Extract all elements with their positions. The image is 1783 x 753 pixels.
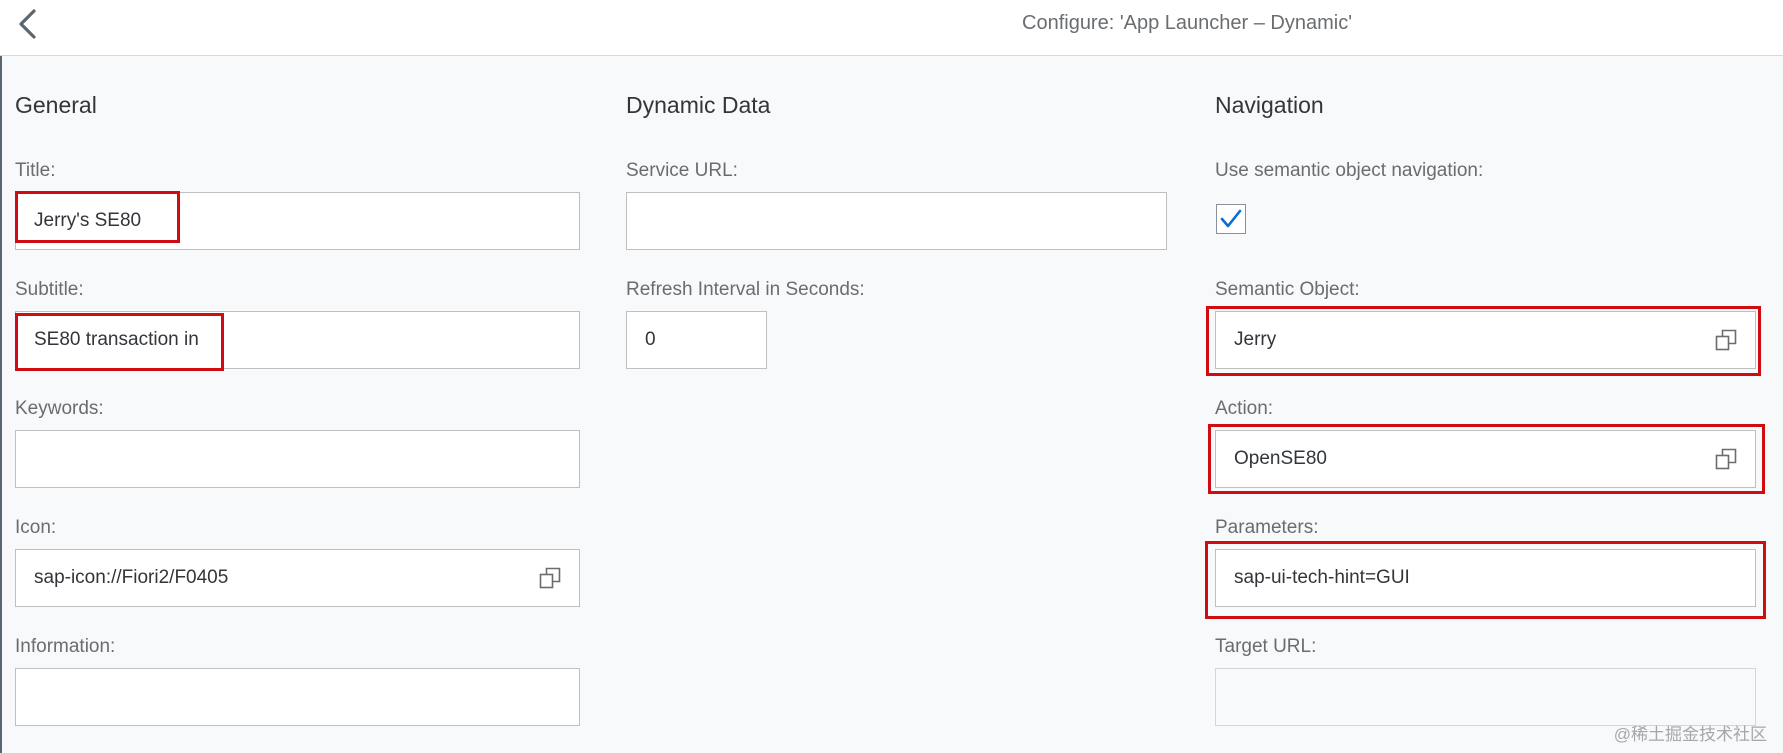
refresh-interval-value: 0 (645, 329, 656, 350)
general-heading: General (15, 92, 97, 118)
icon-value: sap-icon://Fiori2/F0405 (34, 567, 229, 588)
icon-input[interactable]: sap-icon://Fiori2/F0405 (15, 549, 580, 607)
title-label: Title: (15, 160, 56, 181)
target-url-label: Target URL: (1215, 636, 1317, 657)
watermark: @稀土掘金技术社区 (1613, 725, 1767, 744)
window-edge (0, 0, 2, 753)
parameters-label: Parameters: (1215, 517, 1319, 538)
value-help-icon[interactable] (539, 567, 561, 589)
title-input[interactable]: Jerry's SE80 (15, 192, 580, 250)
semantic-object-input[interactable]: Jerry (1215, 311, 1756, 369)
action-value: OpenSE80 (1234, 448, 1327, 469)
action-label: Action: (1215, 398, 1274, 419)
navigation-heading: Navigation (1215, 92, 1324, 118)
title-value: Jerry's SE80 (34, 210, 142, 231)
subtitle-label: Subtitle: (15, 279, 84, 300)
page-header: Configure: 'App Launcher – Dynamic' (0, 0, 1783, 56)
value-help-icon[interactable] (1715, 448, 1737, 470)
keywords-input[interactable] (15, 430, 580, 488)
information-label: Information: (15, 636, 116, 657)
action-input[interactable]: OpenSE80 (1215, 430, 1756, 488)
back-button[interactable] (10, 6, 44, 42)
page-title: Configure: 'App Launcher – Dynamic' (1022, 12, 1353, 34)
value-help-icon[interactable] (1715, 329, 1737, 351)
semantic-nav-checkbox[interactable] (1216, 204, 1246, 234)
chevron-left-icon (19, 9, 36, 39)
dynamic-data-heading: Dynamic Data (626, 92, 771, 118)
semantic-object-value: Jerry (1234, 329, 1277, 350)
semantic-nav-label: Use semantic object navigation: (1215, 160, 1484, 181)
icon-label: Icon: (15, 517, 57, 538)
service-url-label: Service URL: (626, 160, 738, 181)
keywords-label: Keywords: (15, 398, 104, 419)
parameters-value: sap-ui-tech-hint=GUI (1234, 567, 1410, 588)
service-url-input[interactable] (626, 192, 1167, 250)
target-url-input[interactable] (1215, 668, 1756, 726)
semantic-object-label: Semantic Object: (1215, 279, 1360, 300)
information-input[interactable] (15, 668, 580, 726)
refresh-interval-label: Refresh Interval in Seconds: (626, 279, 865, 300)
parameters-input[interactable]: sap-ui-tech-hint=GUI (1215, 549, 1756, 607)
refresh-interval-input[interactable]: 0 (626, 311, 767, 369)
subtitle-input[interactable]: SE80 transaction in (15, 311, 580, 369)
checkmark-icon (1220, 209, 1242, 228)
subtitle-value: SE80 transaction in (34, 329, 199, 350)
